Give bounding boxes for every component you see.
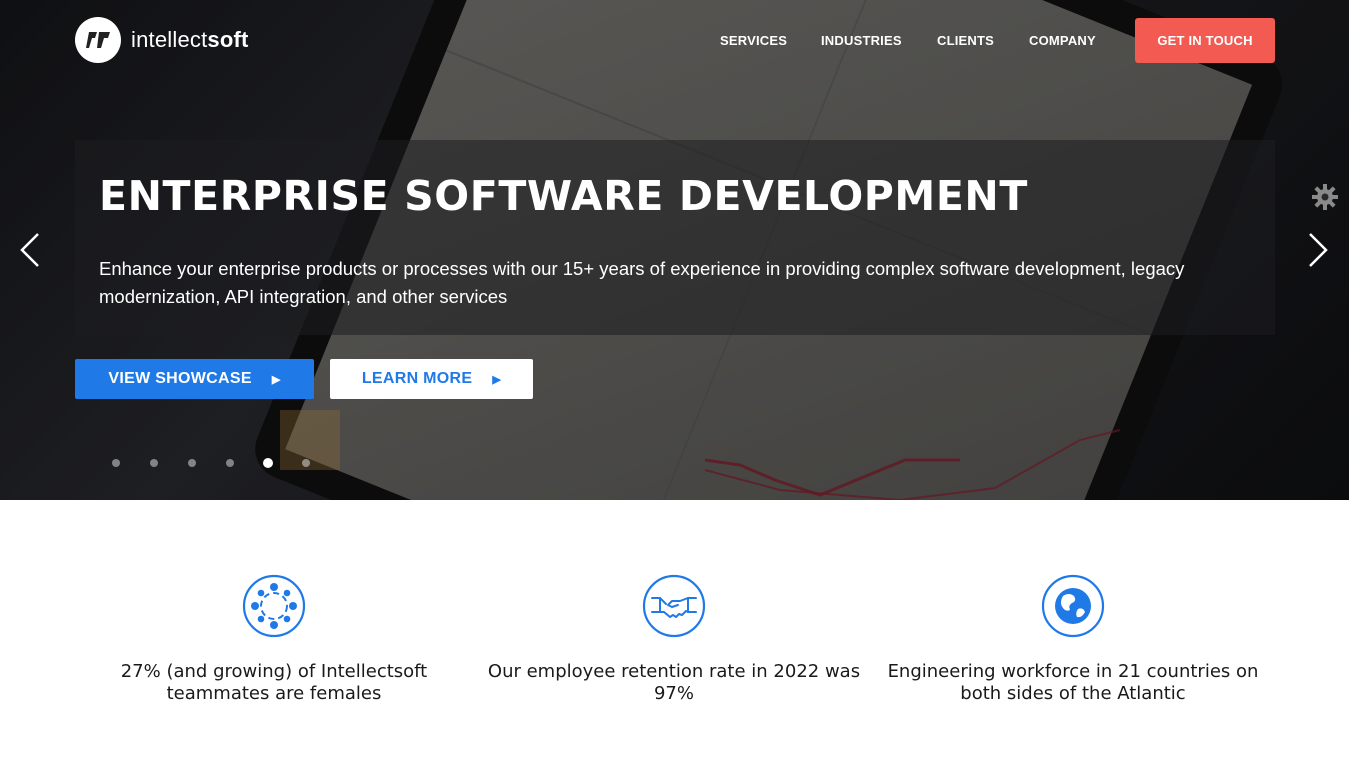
stat-item: 27% (and growing) of Intellectsoft teamm…: [74, 574, 474, 705]
nav-services[interactable]: SERVICES: [720, 33, 787, 48]
stat-item: Engineering workforce in 21 countries on…: [873, 574, 1273, 705]
nav-industries[interactable]: INDUSTRIES: [821, 33, 902, 48]
carousel-dot[interactable]: [150, 459, 158, 467]
get-in-touch-button[interactable]: GET IN TOUCH: [1135, 18, 1275, 63]
carousel-dot[interactable]: [226, 459, 234, 467]
carousel-dot[interactable]: [263, 458, 273, 468]
stat-text: Our employee retention rate in 2022 was …: [487, 661, 861, 704]
caret-right-icon: ▶: [271, 373, 281, 386]
team-circle-icon: [242, 574, 306, 638]
gear-icon: [1312, 184, 1338, 210]
hero-subtitle: Enhance your enterprise products or proc…: [99, 258, 1185, 307]
handshake-icon: [642, 574, 706, 638]
chevron-left-icon: [20, 233, 39, 267]
carousel-dot[interactable]: [112, 459, 120, 467]
nav-clients[interactable]: CLIENTS: [937, 33, 994, 48]
learn-more-label: LEARN MORE: [361, 370, 473, 387]
carousel-prev-button[interactable]: [18, 230, 42, 270]
learn-more-button[interactable]: LEARN MORE ▶: [330, 359, 533, 399]
hero-section: intellectsoft SERVICES INDUSTRIES CLIENT…: [0, 0, 1349, 500]
settings-gear-button[interactable]: [1311, 183, 1339, 211]
stat-text: Engineering workforce in 21 countries on…: [887, 661, 1259, 704]
view-showcase-button[interactable]: VIEW SHOWCASE ▶: [75, 359, 314, 399]
chevron-right-icon: [1309, 233, 1328, 267]
nav-company[interactable]: COMPANY: [1029, 33, 1096, 48]
carousel-next-button[interactable]: [1306, 230, 1330, 270]
stat-item: Our employee retention rate in 2022 was …: [474, 574, 874, 705]
view-showcase-label: VIEW SHOWCASE: [108, 370, 252, 387]
stat-text: 27% (and growing) of Intellectsoft teamm…: [120, 661, 428, 704]
hero-title: ENTERPRISE SOFTWARE DEVELOPMENT: [99, 172, 1028, 220]
caret-right-icon: ▶: [492, 373, 502, 386]
carousel-dot[interactable]: [188, 459, 196, 467]
carousel-dot[interactable]: [302, 459, 310, 467]
globe-icon: [1041, 574, 1105, 638]
